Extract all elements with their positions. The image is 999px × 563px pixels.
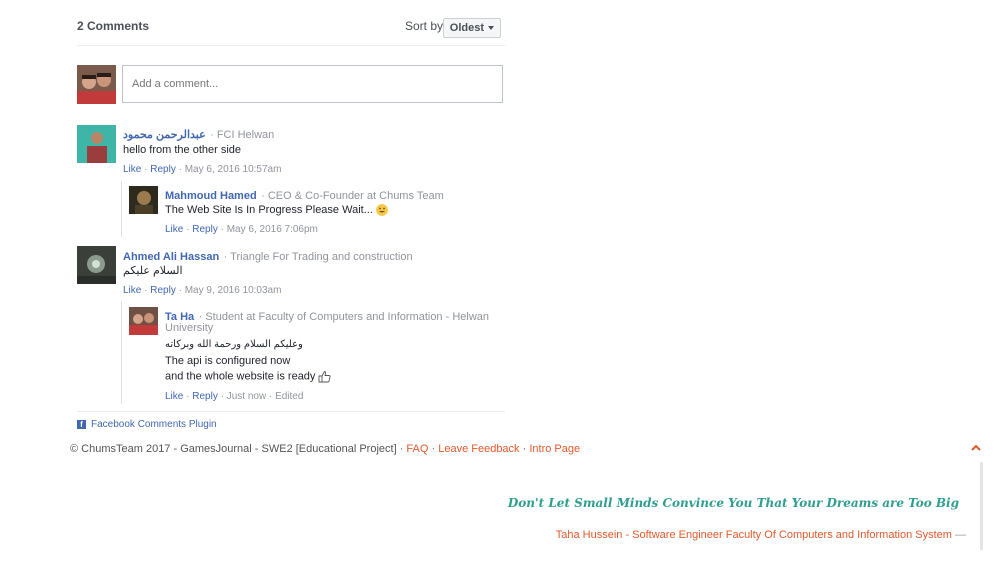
leave-feedback-link[interactable]: Leave Feedback [438,443,519,455]
comment-count: 2 Comments [77,19,150,33]
caret-down-icon [488,26,494,31]
motivational-quote: Don't Let Small Minds Convince You That … [507,496,959,510]
reply-link[interactable]: Reply [192,391,218,402]
reply-thread-line [121,181,122,237]
comment-text-line: وعليكم السلام ورحمة الله وبركاته [165,339,303,350]
scroll-to-top-icon[interactable] [970,442,982,454]
commenter-meta-cont: University [165,322,214,334]
grinning-emoji-icon [375,204,388,217]
comment-text-line: and the whole website is ready [165,370,331,383]
faq-link[interactable]: FAQ [406,443,428,455]
commenter-name[interactable]: Mahmoud Hamed [165,190,257,202]
reply-thread-line [121,301,122,404]
footer-separator: · [428,443,439,455]
comment-text-line: The api is configured now [165,355,291,367]
commenter-meta: · Triangle For Trading and construction [223,251,413,263]
footer-copyright: © ChumsTeam 2017 - GamesJournal - SWE2 [… [70,443,407,455]
intro-page-link[interactable]: Intro Page [529,443,580,455]
thumbs-up-icon [318,371,331,383]
plugin-label: Facebook Comments Plugin [91,419,217,430]
like-link[interactable]: Like [165,391,183,402]
commenter-avatar [129,186,158,214]
commenter-meta: · CEO & Co-Founder at Chums Team [261,190,444,202]
reply-link[interactable]: Reply [192,224,218,235]
comment-actions: Like · Reply · May 9, 2016 10:03am [123,285,282,296]
comment-time: · May 9, 2016 10:03am [178,285,282,296]
comment-actions: Like · Reply · May 6, 2016 7:06pm [165,224,318,235]
sort-value: Oldest [449,22,484,34]
commenter-name[interactable]: Ahmed Ali Hassan [123,251,219,263]
add-comment-input[interactable] [122,65,503,103]
footer-separator: · [519,443,530,455]
commenter-avatar [77,125,116,163]
sort-label: Sort by [404,19,443,33]
comment-time: · Just now · Edited [220,391,304,402]
sort-select[interactable]: Oldest [442,18,501,38]
like-link[interactable]: Like [123,164,141,175]
comment-text: hello from the other side [123,144,242,156]
author-signature: Taha Hussein - Software Engineer Faculty… [556,529,966,541]
comments-header: 2 Comments Sort by Oldest [77,17,505,46]
commenter-meta: · Student at Faculty of Computers and In… [198,311,490,323]
like-link[interactable]: Like [123,285,141,296]
like-link[interactable]: Like [165,224,183,235]
signature-dash: — [951,529,966,541]
facebook-icon: f [77,419,86,429]
commenter-name[interactable]: عبدالرحمن محمود [123,129,206,141]
comment-time: · May 6, 2016 7:06pm [220,224,318,235]
reply-link[interactable]: Reply [150,285,176,296]
commenter-avatar [129,307,158,335]
comment-actions: Like · Reply · May 6, 2016 10:57am [123,164,282,175]
comment-actions: Like · Reply · Just now · Edited [165,391,304,402]
scrollbar[interactable] [980,462,983,550]
site-footer: © ChumsTeam 2017 - GamesJournal - SWE2 [… [70,443,580,455]
reply-link[interactable]: Reply [150,164,176,175]
facebook-plugin-link[interactable]: f Facebook Comments Plugin [77,411,505,430]
comment-time: · May 6, 2016 10:57am [178,164,282,175]
commenter-meta: · FCI Helwan [210,129,275,141]
author-link[interactable]: Taha Hussein - Software Engineer Faculty… [556,529,952,541]
current-user-avatar [77,65,116,104]
comment-text: The Web Site Is In Progress Please Wait.… [165,204,388,217]
commenter-avatar [77,246,116,284]
comment-text: السلام عليكم [123,265,183,277]
